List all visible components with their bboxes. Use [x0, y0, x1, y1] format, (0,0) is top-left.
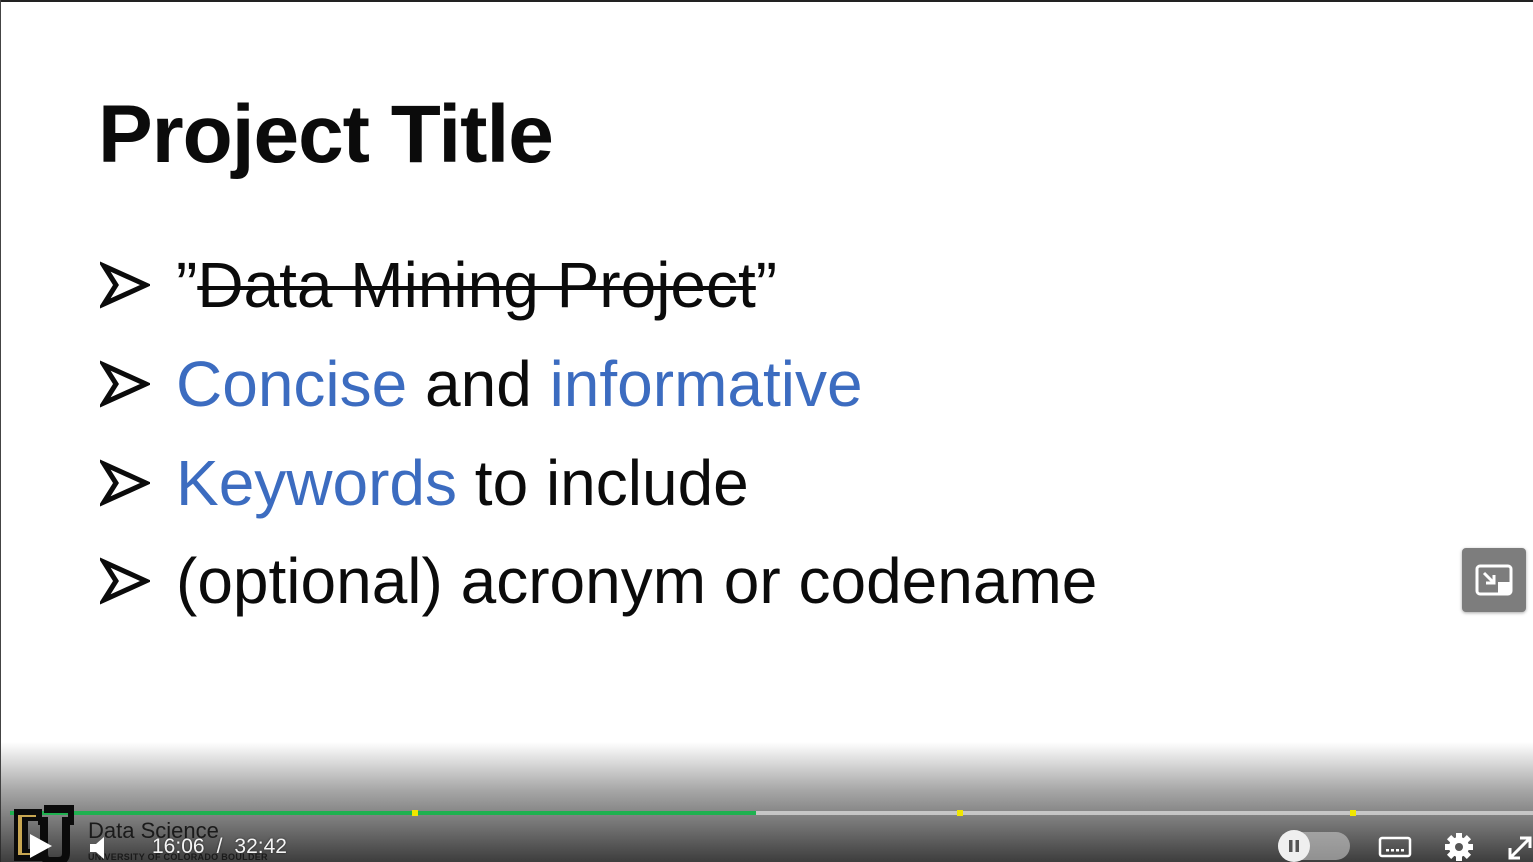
bullet-2-middle: and	[407, 348, 550, 420]
fullscreen-icon	[1508, 836, 1532, 860]
arrow-bullet-icon	[100, 261, 150, 309]
slide-title: Project Title	[98, 89, 554, 180]
keyword-keywords: Keywords	[176, 447, 457, 519]
keyword-concise: Concise	[176, 348, 408, 420]
picture-in-picture-button[interactable]	[1462, 548, 1526, 612]
chapter-marker[interactable]	[957, 810, 964, 816]
captions-button[interactable]	[1378, 836, 1412, 860]
settings-button[interactable]	[1444, 832, 1474, 862]
chapter-marker[interactable]	[1350, 810, 1357, 816]
bullet-3: Keywords to include	[100, 447, 749, 519]
picture-in-picture-icon	[1475, 564, 1513, 596]
current-time: 16:06	[152, 835, 205, 858]
arrow-bullet-icon	[100, 557, 150, 605]
close-quote: ”	[755, 249, 778, 321]
bullet-3-rest: to include	[457, 447, 749, 519]
playback-toggle[interactable]	[1278, 830, 1350, 862]
time-display: 16:06 / 32:42	[152, 835, 287, 859]
volume-button[interactable]	[88, 834, 112, 862]
bullet-2: Concise and informative	[100, 348, 863, 420]
arrow-bullet-icon	[100, 360, 150, 408]
duration: 32:42	[234, 835, 287, 858]
video-frame[interactable]: Project Title ” Data Mining Project” Conc…	[0, 0, 1533, 862]
pause-icon	[1289, 840, 1299, 852]
pause-button[interactable]	[1278, 830, 1310, 862]
seek-bar[interactable]	[10, 810, 1533, 816]
time-separator: /	[216, 835, 223, 858]
play-button[interactable]	[26, 830, 56, 862]
open-quote: ”	[176, 249, 198, 321]
fullscreen-button[interactable]	[1506, 832, 1533, 862]
seek-bar-played	[10, 811, 757, 815]
chapter-marker[interactable]	[412, 810, 419, 816]
struck-text: Data Mining Project	[197, 249, 756, 321]
bullet-4: (optional) acronym or codename	[100, 545, 1098, 617]
arrow-bullet-icon	[100, 459, 150, 507]
bullet-1: ” Data Mining Project”	[100, 249, 778, 321]
keyword-informative: informative	[549, 348, 863, 420]
volume-icon	[90, 837, 104, 859]
bullet-4-text: (optional) acronym or codename	[176, 545, 1098, 617]
